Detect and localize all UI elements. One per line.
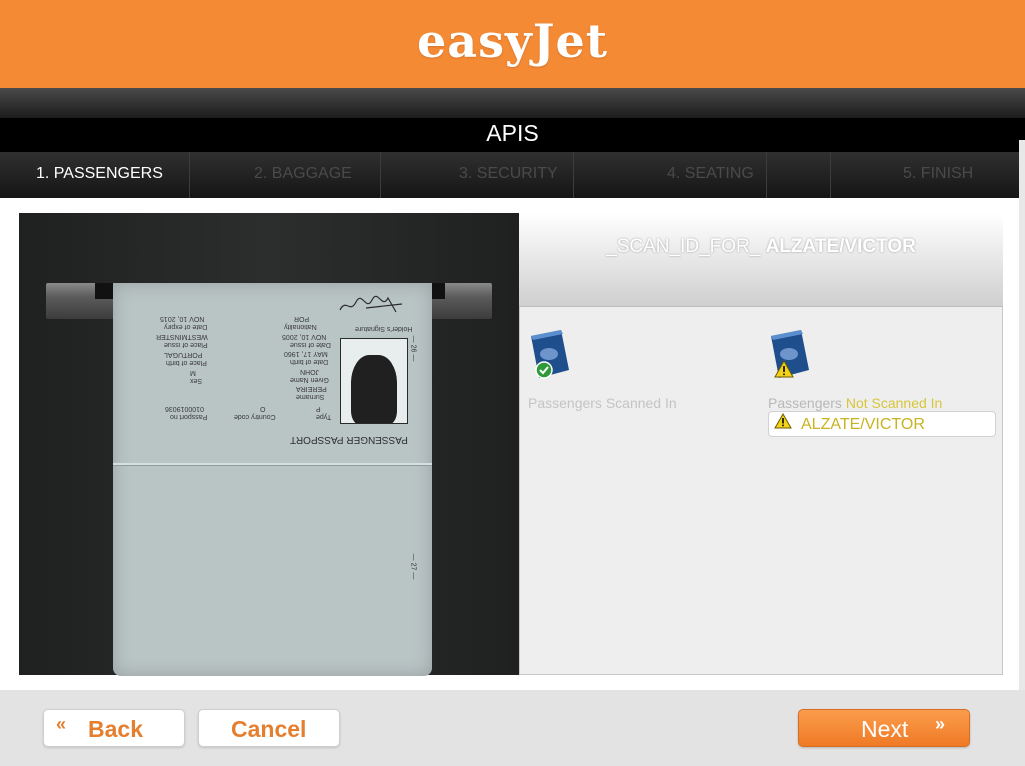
pp-field: Date of issue [290,341,331,348]
step-label: 4. SEATING [667,165,754,182]
pp-value: O [260,405,266,412]
pp-value: WESTMINSTER [156,333,208,340]
pp-field: Date of birth [290,358,329,365]
pp-value: MAY 17, 1960 [284,350,328,357]
cancel-button-label: Cancel [231,716,307,742]
pp-field: Passport no [170,413,208,420]
next-button[interactable]: Next » [798,709,970,747]
scanned-in-label: Passengers Scanned In [528,395,677,411]
back-chevron-icon: « [56,714,67,734]
passenger-name: ALZATE/VICTOR [765,236,916,257]
cancel-button[interactable]: Cancel [198,709,340,747]
pp-value: POR [294,315,310,322]
pp-field: Date of expiry [164,323,208,330]
back-button[interactable]: « Back [43,709,185,747]
pp-field: Given Name [290,376,329,383]
pp-field: Sex [190,377,203,384]
pp-field: Place of issue [164,341,208,348]
not-scanned-passenger-name: ALZATE/VICTOR [801,416,925,433]
pp-field: Type [316,413,332,420]
step-passengers: 1. PASSENGERS [0,152,190,198]
not-scanned-prefix: Passengers [768,395,842,411]
photo-silhouette [351,355,397,423]
pp-field: Surname [296,393,325,400]
passport-photo [340,338,408,424]
pp-field: Place of birth [166,359,207,366]
step-spacer [767,152,831,198]
step-finish: 5. FINISH [831,152,1025,198]
pp-value: M [190,369,196,376]
pp-value: NOV 10, 2015 [160,315,205,322]
step-label: 2. BAGGAGE [254,165,352,182]
pp-value: 0100019036 [165,405,204,412]
signature-label: Holder's Signature [355,325,413,332]
step-seating: 4. SEATING [574,152,767,198]
page-title: APIS [486,120,539,146]
not-scanned-highlight: Not Scanned In [845,395,943,411]
passport-fold [113,463,432,466]
passport-warning-icon [771,330,809,378]
pp-field: Country code [234,413,276,420]
pp-value: PORTUGAL [164,351,203,358]
warning-icon [774,413,792,429]
pp-value: P [316,405,321,412]
scan-panel-title: _SCAN_ID_FOR_ ALZATE/VICTOR [519,236,1003,258]
signature-image [339,295,403,313]
scan-panel-header [519,213,1003,307]
window-edge [1019,140,1025,690]
pp-value: NOV 10, 2005 [282,333,327,340]
step-label: 1. PASSENGERS [36,165,163,182]
next-chevron-icon: » [935,714,946,734]
step-security: 3. SECURITY [381,152,574,198]
passport-page-number: — 27 — [409,553,417,580]
passport-check-icon [531,330,569,379]
not-scanned-passenger-row[interactable]: ALZATE/VICTOR [768,411,996,437]
scan-title-prefix: _SCAN_ID_FOR_ [606,236,761,257]
header-divider [0,88,1025,118]
pp-value: JOHN [300,368,320,375]
step-label: 5. FINISH [903,165,974,182]
pp-value: PEREIRA [296,385,327,392]
step-progress-bar: 1. PASSENGERS 2. BAGGAGE 3. SECURITY 4. … [0,152,1025,198]
back-button-label: Back [88,716,143,742]
step-label: 3. SECURITY [459,165,558,182]
easyjet-logo: easyJet [417,14,608,68]
pp-field: Nationality [284,323,317,330]
next-button-label: Next [861,716,909,742]
passport-page-number: — 26 — [409,335,417,362]
step-baggage: 2. BAGGAGE [190,152,381,198]
not-scanned-label: Passengers Not Scanned In [768,395,942,411]
passport-heading: PASSENGER PASSPORT [290,434,408,445]
